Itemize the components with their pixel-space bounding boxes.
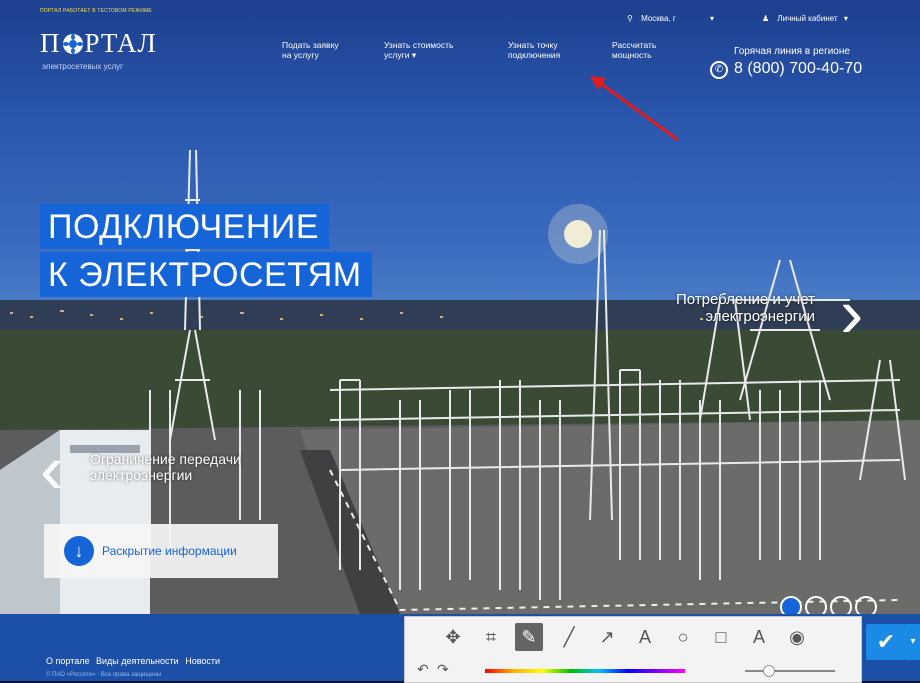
footer-copyright: © ПАО «Россети» · Все права защищены [46,672,162,678]
chevron-left-icon[interactable]: ‹ [40,434,63,504]
color-palette[interactable] [485,669,685,673]
nav-line2: услуги ▾ [384,50,417,60]
disclosure-label: Раскрытие информации [102,544,237,558]
location-selector[interactable]: ⚲ Москва, г ▾ [627,14,714,23]
prev-slide-caption[interactable]: Ограничение передачи электроэнергии [90,451,241,483]
nav-line1: Подать заявку [282,40,339,50]
location-pin-icon: ⚲ [627,14,633,23]
footer-link-activities[interactable]: Виды деятельности [96,656,179,666]
text-outline-icon[interactable]: A [745,623,773,651]
next-slide-caption[interactable]: Потребление и учет электроэнергии [676,291,815,325]
account-label: Личный кабинет [777,14,838,23]
hotline-label: Горячая линия в регионе [734,46,850,57]
text-icon[interactable]: A [631,623,659,651]
line-icon[interactable]: ╱ [555,623,583,651]
nav-line2: мощность [612,50,652,60]
portal-tagline: ПОРТАЛ РАБОТАЕТ В ТЕСТОВОМ РЕЖИМЕ [40,8,152,14]
brush-size-knob[interactable] [763,665,775,677]
account-menu[interactable]: ♟ Личный кабинет ▾ [762,14,848,23]
nav-line1: Узнать стоимость [384,40,454,50]
prev-slide-line2: электроэнергии [90,467,193,483]
nav-line2: подключения [508,50,561,60]
hero-title-line1: ПОДКЛЮЧЕНИЕ [40,204,330,249]
crop-icon[interactable]: ⌗ [477,623,505,651]
rectangle-icon[interactable]: □ [707,623,735,651]
logo-left: П [40,28,61,58]
account-caret-icon: ▾ [843,14,848,23]
footer-link-news[interactable]: Новости [185,656,220,666]
move-icon[interactable]: ✥ [439,623,467,651]
hotline-phone[interactable]: ✆ 8 (800) 700-40-70 [710,60,862,79]
prev-slide-line1: Ограничение передачи [90,451,241,467]
portal-logo[interactable]: П РТАЛ [40,30,157,57]
logo-right: РТАЛ [84,28,157,58]
confirm-caret-icon[interactable]: ▾ [906,624,920,660]
nav-line1: Рассчитать [612,40,657,50]
information-disclosure-button[interactable]: ↓ Раскрытие информации [44,524,278,578]
next-slide-line2: электроэнергии [705,308,815,325]
nav-connection-point[interactable]: Узнать точку подключения [508,40,560,60]
undo-icon[interactable]: ↶ [417,661,429,678]
location-value: Москва, г [641,14,676,23]
arrow-icon[interactable]: ↗ [593,623,621,651]
blur-icon[interactable]: ◉ [783,623,811,651]
confirm-button[interactable]: ✔ [866,624,906,660]
chevron-right-icon[interactable]: › [840,278,863,348]
logo-subtitle: электросетевых услуг [42,62,124,71]
ellipse-icon[interactable]: ○ [669,623,697,651]
footer-nav: О портале Виды деятельности Новости [46,656,224,666]
brush-size-slider[interactable] [745,670,835,672]
header: ПОРТАЛ РАБОТАЕТ В ТЕСТОВОМ РЕЖИМЕ П РТАЛ … [0,0,920,120]
nav-service-cost[interactable]: Узнать стоимость услуги ▾ [384,40,453,60]
arrow-down-icon: ↓ [64,536,94,566]
next-slide-line1: Потребление и учет [676,291,815,308]
location-caret-icon: ▾ [710,14,715,23]
nav-submit-request[interactable]: Подать заявку на услугу [282,40,339,60]
footer-link-about[interactable]: О портале [46,656,89,666]
nav-calculate-power[interactable]: Рассчитать мощность [612,40,656,60]
user-icon: ♟ [762,14,770,23]
annotation-toolbar: ✥ ⌗ ✎ ╱ ↗ A ○ □ A ◉ ↶ ↷ [404,616,862,683]
hero-title-line2: К ЭЛЕКТРОСЕТЯМ [40,252,372,297]
logo-flower-icon [62,33,84,55]
phone-icon: ✆ [710,61,728,79]
nav-line1: Узнать точку [508,40,558,50]
nav-line2: на услугу [282,50,319,60]
redo-icon[interactable]: ↷ [437,661,449,678]
toolbar-options: ↶ ↷ [405,661,861,682]
pencil-icon[interactable]: ✎ [515,623,543,651]
hotline-number: 8 (800) 700-40-70 [734,60,863,77]
